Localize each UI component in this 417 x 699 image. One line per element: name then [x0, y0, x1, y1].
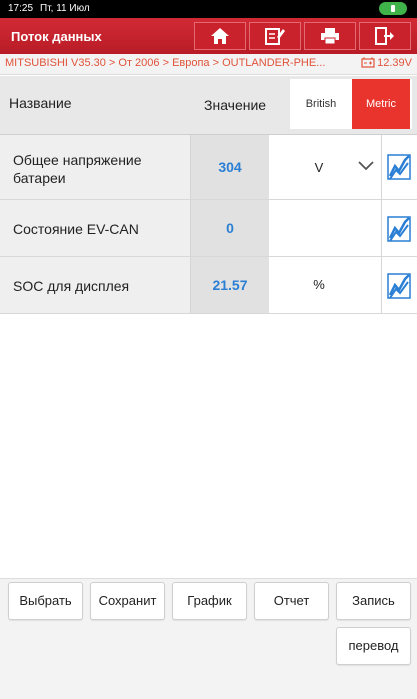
row-unit: % — [313, 277, 325, 292]
status-time: 17:25 — [8, 3, 34, 14]
graph-button[interactable]: График — [172, 582, 247, 620]
print-button[interactable] — [304, 22, 356, 50]
row-unit-cell — [269, 200, 382, 256]
row-value-cell: 21.57 — [191, 257, 269, 313]
graph-checkbox-icon[interactable] — [387, 271, 411, 299]
translate-button[interactable]: перевод — [336, 627, 411, 665]
row-name: Состояние EV-CAN — [13, 221, 139, 237]
table-row[interactable]: Общее напряжение батареи 304 V — [0, 135, 417, 200]
car-battery-icon — [361, 57, 375, 68]
row-value-cell: 0 — [191, 200, 269, 256]
row-name: Общее напряжение — [13, 152, 142, 168]
save-button[interactable]: Сохранит — [90, 582, 165, 620]
row-value-cell: 304 — [191, 135, 269, 199]
bottom-toolbar: Выбрать Сохранит График Отчет Запись пер… — [0, 578, 417, 699]
record-button[interactable]: Запись — [336, 582, 411, 620]
metric-unit-button[interactable]: Metric — [352, 79, 410, 129]
unit-switch: British Metric — [290, 79, 412, 129]
status-bar: 17:25 Пт, 11 Июл — [0, 0, 417, 18]
row-name: батареи — [13, 170, 66, 186]
title-bar: Поток данных — [0, 18, 417, 54]
edit-button[interactable] — [249, 22, 301, 50]
chevron-down-icon[interactable] — [358, 161, 374, 171]
exit-icon — [375, 27, 394, 45]
table-header: Название T Значение British Metric — [0, 76, 417, 195]
voltage-value: 12.39V — [377, 57, 412, 69]
print-icon — [321, 28, 339, 45]
british-unit-button[interactable]: British — [290, 79, 352, 129]
table-row[interactable]: Состояние EV-CAN 0 — [0, 200, 417, 257]
graph-checkbox-icon[interactable] — [387, 214, 411, 242]
exit-button[interactable] — [359, 22, 411, 50]
row-name-cell: Состояние EV-CAN — [0, 200, 191, 256]
row-value: 0 — [226, 220, 234, 236]
select-button[interactable]: Выбрать — [8, 582, 83, 620]
row-value: 21.57 — [212, 277, 248, 293]
row-name: SOC для дисплея — [13, 278, 130, 294]
table-row[interactable]: SOC для дисплея 21.57 % — [0, 257, 417, 314]
battery-icon — [379, 2, 407, 15]
row-name-cell: Общее напряжение батареи — [0, 135, 191, 199]
row-value: 304 — [218, 159, 242, 175]
graph-checkbox-icon[interactable] — [387, 152, 411, 180]
home-button[interactable] — [194, 22, 246, 50]
breadcrumb: MITSUBISHI V35.30 > От 2006 > Европа > O… — [0, 54, 417, 75]
row-unit: V — [314, 160, 324, 175]
column-name-header: Название — [9, 95, 72, 111]
row-unit-cell: % — [269, 257, 382, 313]
home-icon — [211, 28, 229, 44]
page-title: Поток данных — [11, 29, 102, 44]
breadcrumb-path: MITSUBISHI V35.30 > От 2006 > Европа > O… — [5, 57, 326, 69]
report-button[interactable]: Отчет — [254, 582, 329, 620]
status-date: Пт, 11 Июл — [40, 3, 90, 14]
edit-icon — [265, 28, 285, 45]
voltage-readout: 12.39V — [361, 57, 412, 69]
column-value-header: Значение — [204, 97, 267, 113]
row-name-cell: SOC для дисплея — [0, 257, 191, 313]
